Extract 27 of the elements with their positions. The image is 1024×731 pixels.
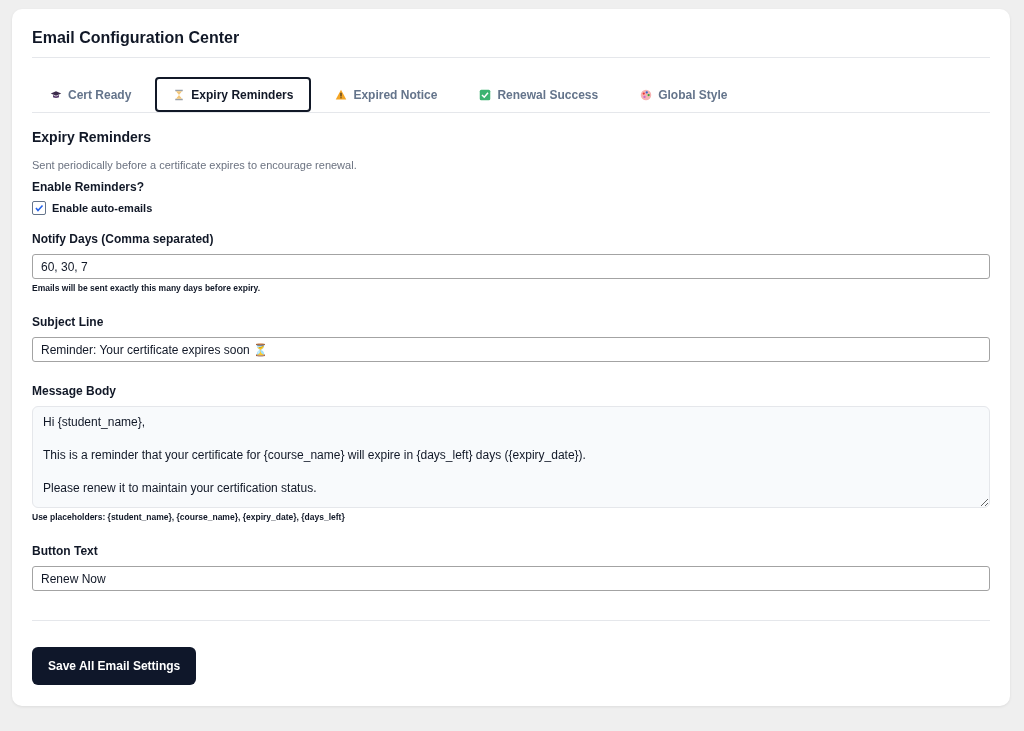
field-label: Button Text: [32, 544, 99, 558]
text-field[interactable]: Renew Now: [32, 566, 990, 591]
enable-checkbox[interactable]: Enable auto-emails: [32, 201, 153, 215]
hourglass-icon: [173, 88, 186, 101]
tab[interactable]: Expiry Reminders: [155, 77, 312, 112]
page-title: Email Configuration Center: [32, 29, 241, 46]
tab[interactable]: Global Style: [622, 77, 746, 112]
tab[interactable]: Renewal Success: [461, 77, 617, 112]
section-heading: Expiry Reminders: [32, 129, 153, 145]
tab[interactable]: Cert Ready: [32, 77, 150, 112]
field-label: Message Body: [32, 384, 118, 398]
help-text: Use placeholders: {student_name}, {course_name}, {expiry_date}, {days_left}: [32, 512, 346, 522]
check-icon: [479, 88, 492, 101]
section-description: Sent periodically before a certificate expires to encourage renewal.: [32, 159, 358, 172]
graduation-cap-icon: [50, 88, 62, 101]
help-text: Emails will be sent exactly this many days before expiry.: [32, 283, 262, 293]
palette-icon: [640, 88, 653, 101]
checkbox-icon: [32, 201, 46, 215]
text-field[interactable]: Reminder: Your certificate expires soon ⏳: [32, 337, 990, 362]
save-button[interactable]: Save All Email Settings: [32, 647, 197, 685]
field-label: Notify Days (Comma separated): [32, 232, 215, 246]
field-label: Enable Reminders?: [32, 180, 146, 194]
warning-icon: [335, 88, 348, 101]
tab[interactable]: Expired Notice: [317, 77, 456, 112]
message-textarea[interactable]: Hi {student_name}, This is a reminder that your certificate for {course_name} will expire in {days_left} days ({expiry_date}). Please renew it to maintain your certification status.: [32, 406, 990, 508]
field-label: Subject Line: [32, 315, 105, 329]
text-field[interactable]: 60, 30, 7: [32, 254, 990, 279]
